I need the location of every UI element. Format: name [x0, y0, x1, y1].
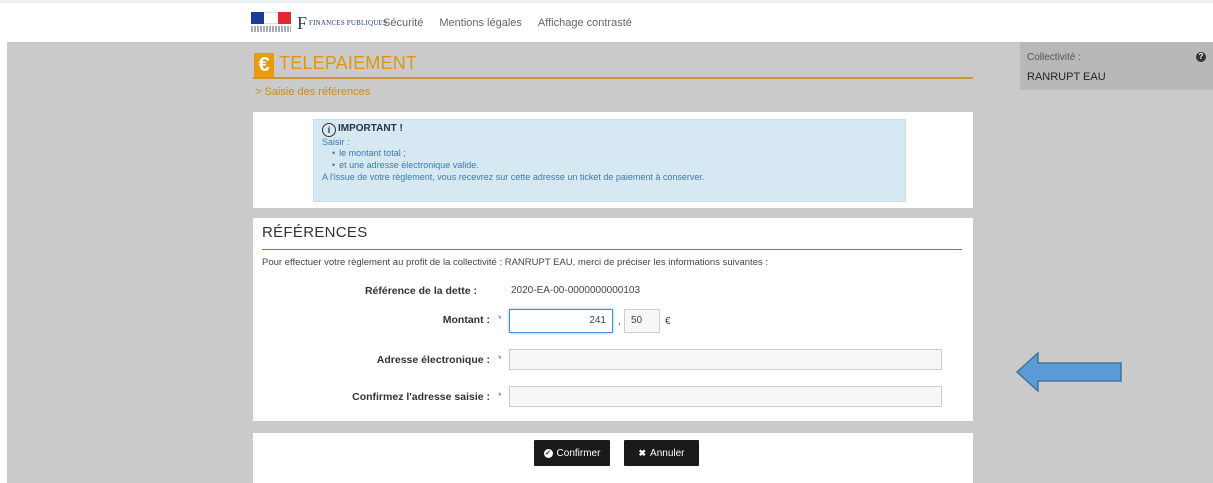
confirm-email-input[interactable]	[509, 386, 942, 407]
collectivite-card: Collectivité : RANRUPT EAU ?	[1020, 42, 1213, 90]
montant-euros-input[interactable]: 241	[509, 309, 613, 333]
confirm-button-label: Confirmer	[556, 447, 601, 459]
title-underline	[253, 77, 973, 79]
confirm-button[interactable]: ✓ Confirmer	[534, 440, 610, 466]
euro-icon: €	[254, 53, 274, 77]
references-intro: Pour effectuer votre règlement au profit…	[262, 257, 769, 268]
confirm-email-label: Confirmez l'adresse saisie :	[352, 391, 490, 403]
required-marker: *	[498, 314, 502, 324]
important-item: le montant total ;	[332, 148, 406, 158]
logo-caption	[251, 26, 291, 32]
breadcrumb: > Saisie des références	[255, 86, 370, 98]
link-securite[interactable]: Sécurité	[383, 17, 423, 29]
cancel-button[interactable]: ✖ Annuler	[624, 440, 699, 466]
finances-publiques-logo[interactable]: F FINANCES PUBLIQUES	[297, 14, 387, 32]
email-input[interactable]	[509, 349, 942, 370]
close-icon: ✖	[638, 447, 647, 458]
check-circle-icon: ✓	[543, 448, 553, 458]
finances-publiques-mark-icon: F	[297, 13, 308, 33]
top-strip	[0, 0, 1213, 3]
republique-francaise-logo[interactable]	[251, 12, 291, 34]
collectivite-label: Collectivité :	[1027, 52, 1081, 63]
chevron-right-icon: >	[255, 86, 262, 98]
french-flag-icon	[251, 12, 291, 24]
references-title: RÉFÉRENCES	[262, 224, 368, 241]
help-icon[interactable]: ?	[1196, 52, 1206, 62]
important-footer: A l'issue de votre règlement, vous recev…	[322, 172, 705, 182]
left-arrow-annotation-icon	[1016, 352, 1122, 392]
page-title: TELEPAIEMENT	[279, 53, 418, 73]
cancel-button-label: Annuler	[650, 447, 685, 459]
actions-panel	[253, 433, 973, 483]
required-marker: *	[498, 354, 502, 364]
dette-label: Référence de la dette :	[364, 285, 477, 297]
decimal-separator: ,	[618, 316, 621, 327]
important-intro: Saisir :	[322, 137, 350, 147]
info-icon: i	[322, 123, 336, 137]
breadcrumb-label: Saisie des références	[264, 86, 371, 98]
dette-value: 2020-EA-00-0000000000103	[511, 285, 640, 296]
required-marker: *	[498, 391, 502, 401]
montant-label: Montant :	[442, 314, 490, 326]
link-affichage-contraste[interactable]: Affichage contrasté	[538, 17, 632, 29]
important-item: et une adresse électronique valide.	[332, 160, 479, 170]
link-mentions-legales[interactable]: Mentions légales	[439, 17, 522, 29]
important-title: IMPORTANT !	[338, 123, 403, 134]
finances-publiques-text: FINANCES PUBLIQUES	[309, 19, 388, 27]
currency-symbol: €	[665, 316, 671, 327]
top-links: Sécurité Mentions légales Affichage cont…	[383, 17, 632, 29]
montant-cents-input[interactable]: 50	[624, 309, 660, 333]
references-underline	[262, 249, 962, 250]
collectivite-value: RANRUPT EAU	[1027, 71, 1106, 83]
email-label: Adresse électronique :	[376, 354, 490, 366]
